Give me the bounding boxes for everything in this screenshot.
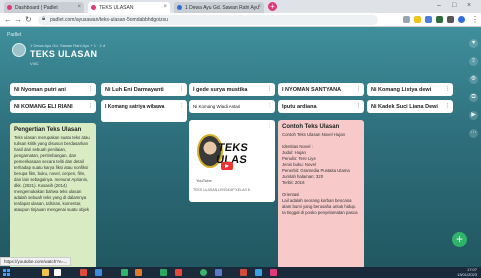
close-window-icon[interactable]: × [467,2,471,9]
new-tab-button[interactable]: + [268,2,277,11]
page-title: TEKS ULASAN [30,49,98,59]
app-icon[interactable] [240,269,247,276]
close-tab-icon[interactable]: × [77,4,81,10]
file-explorer-icon[interactable] [42,269,49,276]
remake-icon[interactable]: ⧉ [469,93,478,102]
share-icon[interactable]: ⇪ [469,57,478,66]
more-icon[interactable]: ⋮ [471,15,479,24]
more-icon[interactable]: ⋮ [267,123,272,129]
profile-avatar[interactable] [458,16,465,23]
padlet-favicon-icon [91,5,96,10]
post-ni-kadek-suci-liana-dewi[interactable]: Ni Kadek Suci Liana Dewi ⋮ [367,100,453,113]
share-icon[interactable] [403,16,410,23]
close-tab-icon[interactable]: × [163,4,167,10]
more-icon[interactable]: ⋮ [445,103,450,109]
padlet-favicon-icon [7,5,12,10]
post-title: Pengertian Teks Ulasan [14,127,82,133]
maximize-icon[interactable]: □ [452,2,456,9]
app-icon[interactable] [80,269,87,276]
tab-dewa-ayu[interactable]: 1 Dewa Ayu Gd. Sawan Rahi Ayu × [174,2,264,13]
browser-tab-bar: Dashboard | Padlet × TEKS ULASAN × 1 Dew… [0,0,481,13]
lock-icon: 🔒︎ [42,16,46,22]
app-icon[interactable] [175,269,182,276]
more-icon[interactable]: ⋮ [267,86,272,92]
app-icon[interactable] [255,269,262,276]
post-pengertian-teks-ulasan[interactable]: Pengertian Teks Ulasan Teks ulasan merup… [10,123,96,267]
post-i-nyoman-santyana[interactable]: I NYOMAN SANTYANA ⋮ [278,83,364,96]
minimize-icon[interactable]: – [437,2,441,9]
chrome-icon[interactable] [200,269,207,276]
app-icon[interactable] [270,269,277,276]
url-input[interactable]: 🔒︎ padlet.com/ayusawan/teks-ulasan-5omda… [38,15,378,25]
play-icon[interactable] [221,162,233,170]
board-author: 1 Dewa Ayu Gd. Sawan Rahi Ayu + 1 · 2 d [30,43,106,48]
post-iputu-ardiana[interactable]: Iputu ardiana ⋮ [278,100,364,113]
sidebar-icon[interactable] [447,16,454,23]
post-title: Contoh Teks Ulasan [282,124,340,130]
extension-icon[interactable] [436,16,443,23]
tab-dashboard[interactable]: Dashboard | Padlet × [4,2,84,13]
extension-icon[interactable] [425,16,432,23]
windows-start-icon[interactable] [3,269,10,276]
video-thumbnail[interactable]: TEKS ULAS YouTube [193,128,259,186]
board-subtitle: VIIIC [30,61,39,66]
add-post-button[interactable]: + [452,232,467,247]
slideshow-icon[interactable]: ▶ [469,111,478,120]
post-contoh-teks-ulasan[interactable]: Contoh Teks Ulasan Contoh Teks Ulasan No… [278,120,364,267]
address-bar-row: ← → ↻ 🔒︎ padlet.com/ayusawan/teks-ulasan… [0,13,481,27]
more-icon[interactable]: ⋮ [356,103,361,109]
post-i-gede-surya-mustika[interactable]: I gede surya mustika ⋮ [189,83,275,96]
more-icon[interactable]: ⋯ [469,129,478,138]
app-icon[interactable] [160,269,167,276]
status-url: https://youtube.com/watch?v=... [0,257,72,266]
post-ni-nyoman-putri-ani[interactable]: Ni Nyoman putri ani ⋮ [10,83,96,96]
reaction-icon[interactable]: ♥ [469,39,478,48]
post-i-komang-satriya-wibawa[interactable]: I Komang satriya wibawa ⋮ [101,100,187,122]
video-caption: TEKS ULASAN LENGKAP KELAS 8 [193,188,250,192]
more-icon[interactable]: ⋮ [88,103,93,109]
word-icon[interactable] [95,269,102,276]
windows-taskbar: 17:07 13/01/2023 [0,267,481,278]
post-ni-luh-eni-darmayanti[interactable]: Ni Luh Eni Darmayanti ⋮ [101,83,187,96]
padlet-board: Padlet 1 Dewa Ayu Gd. Sawan Rahi Ayu + 1… [0,27,481,267]
post-body: Contoh Teks Ulasan Novel Hujan Identitas… [282,132,358,215]
more-icon[interactable]: ⋮ [179,86,184,92]
task-view-icon[interactable] [54,269,61,276]
post-ni-komang-wiadi-astari[interactable]: Ni Komang Wiadi Astari ⋮ [189,100,275,113]
system-clock[interactable]: 17:07 13/01/2023 [457,267,477,277]
more-icon[interactable]: ⋮ [267,103,272,109]
padlet-brand[interactable]: Padlet [7,32,21,38]
powerpoint-icon[interactable] [135,269,142,276]
site-favicon-icon [177,5,182,10]
more-icon[interactable]: ⋮ [356,86,361,92]
more-icon[interactable]: ⋮ [445,86,450,92]
app-icon[interactable] [215,269,222,276]
post-body: Teks ulasan merupakan suatu teks atau tu… [14,135,90,212]
post-ni-komang-listya-dewi[interactable]: Ni Komang Listya dewi ⋮ [367,83,453,96]
excel-icon[interactable] [121,269,128,276]
more-icon[interactable]: ⋮ [179,103,184,109]
close-tab-icon[interactable]: × [257,4,261,10]
more-icon[interactable]: ⋮ [88,86,93,92]
post-ni-komang-eli-riani[interactable]: NI KOMANG ELI RIANI ⋮ [10,100,96,113]
tab-teks-ulasan[interactable]: TEKS ULASAN × [88,2,170,13]
settings-icon[interactable]: ⚙ [469,75,478,84]
post-video-teks-ulasan[interactable]: ⋮ TEKS ULAS YouTube TEKS ULASAN LENGKAP … [189,120,275,202]
refresh-icon[interactable]: ↻ [25,15,32,24]
forward-icon[interactable]: → [14,15,22,24]
board-avatar [12,43,26,57]
star-icon[interactable] [414,16,421,23]
back-icon[interactable]: ← [4,15,12,24]
